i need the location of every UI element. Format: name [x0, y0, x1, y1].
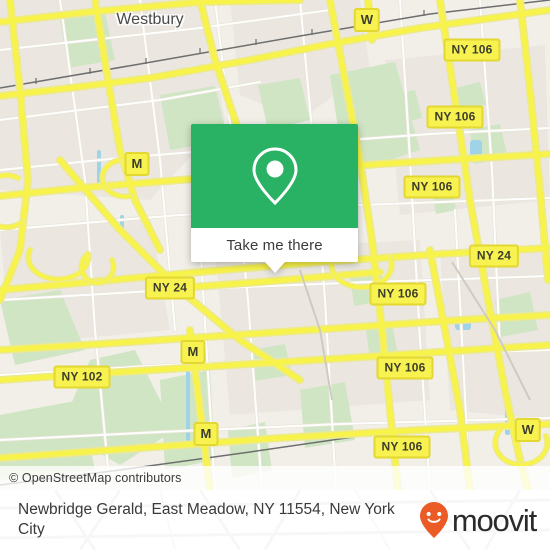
shield-marker[interactable]: NY 106: [403, 175, 461, 199]
moovit-logo[interactable]: moovit: [419, 501, 537, 539]
map-pin-icon: [251, 147, 298, 206]
shield-marker[interactable]: NY 106: [443, 38, 501, 62]
location-address: Newbridge Gerald, East Meadow, NY 11554,…: [18, 501, 395, 538]
moovit-wordmark: moovit: [451, 502, 537, 538]
shield-marker[interactable]: W: [514, 418, 542, 442]
moovit-pin-icon: [419, 502, 448, 538]
moovit-map-page: .rdc{stroke:#ece98f;stroke-linecap:round…: [0, 0, 550, 550]
shield-marker[interactable]: NY 102: [53, 365, 111, 389]
popup-pointer: [264, 262, 285, 273]
shield-marker[interactable]: W: [353, 8, 381, 32]
page-footer: Newbridge Gerald, East Meadow, NY 11554,…: [0, 490, 550, 550]
osm-attribution-text: © OpenStreetMap contributors: [9, 471, 182, 485]
place-label: Westbury: [116, 11, 184, 28]
take-me-there-button[interactable]: Take me there: [191, 228, 358, 262]
shield-marker[interactable]: NY 24: [144, 276, 196, 300]
take-me-there-label: Take me there: [226, 236, 323, 254]
map-canvas[interactable]: .rdc{stroke:#ece98f;stroke-linecap:round…: [0, 0, 550, 490]
shield-marker[interactable]: NY 106: [373, 435, 431, 459]
shield-marker[interactable]: NY 106: [426, 105, 484, 129]
shield-marker[interactable]: NY 106: [376, 356, 434, 380]
map-popup-card[interactable]: Take me there: [191, 124, 358, 273]
shield-marker[interactable]: NY 106: [369, 282, 427, 306]
shield-marker[interactable]: M: [124, 152, 150, 176]
popup-header: [191, 124, 358, 228]
osm-attribution[interactable]: © OpenStreetMap contributors: [0, 466, 550, 490]
shield-marker[interactable]: M: [193, 422, 219, 446]
shield-marker[interactable]: M: [180, 340, 206, 364]
shield-marker[interactable]: NY 24: [468, 244, 520, 268]
